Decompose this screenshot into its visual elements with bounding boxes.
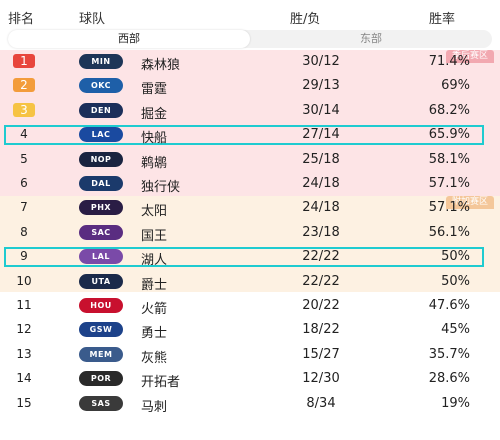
rank-number: 1 [13,54,35,68]
team-logo-icon: POR [79,371,123,386]
team-logo-icon: HOU [79,298,123,313]
win-percentage: 47.6% [428,298,470,313]
win-percentage: 56.1% [428,225,470,240]
team-logo-icon: GSW [79,322,123,337]
win-loss-record: 25/18 [302,152,340,167]
table-row[interactable]: 6 DAL 独行侠 24/18 57.1% [0,172,500,196]
rank-number: 11 [16,298,32,312]
win-percentage: 57.1% [428,200,470,215]
header-record: 胜/负 [290,12,321,27]
win-loss-record: 12/30 [302,371,340,386]
win-percentage: 45% [441,322,470,337]
win-loss-record: 18/22 [302,322,340,337]
rank-number: 14 [16,371,32,385]
win-loss-record: 24/18 [302,176,340,191]
team-logo-icon: OKC [79,78,123,93]
win-percentage: 50% [441,274,470,289]
team-logo-icon: SAS [79,396,123,411]
table-row[interactable]: 15 SAS 马刺 8/34 19% [0,392,500,416]
table-row[interactable]: 10 UTA 爵士 22/22 50% [0,270,500,294]
table-row[interactable]: 3 DEN 掘金 30/14 68.2% [0,99,500,123]
table-row[interactable]: 13 MEM 灰熊 15/27 35.7% [0,343,500,367]
team-logo-icon: LAL [79,249,123,264]
team-name: 湖人 [141,253,168,268]
team-name: 开拓者 [141,375,181,390]
table-row[interactable]: 11 HOU 火箭 20/22 47.6% [0,294,500,318]
table-row[interactable]: 8 SAC 国王 23/18 56.1% [0,221,500,245]
table-row[interactable]: 4 LAC 快船 27/14 65.9% [0,123,500,147]
win-percentage: 71.4% [428,54,470,69]
rank-number: 8 [20,225,28,239]
team-name: 灰熊 [141,351,168,366]
win-loss-record: 22/22 [302,274,340,289]
team-name: 勇士 [141,326,168,341]
rank-number: 9 [20,249,28,263]
team-logo-icon: PHX [79,200,123,215]
win-percentage: 57.1% [428,176,470,191]
header-team: 球队 [79,12,106,27]
rank-number: 3 [13,103,35,117]
team-logo-icon: UTA [79,274,123,289]
header-pct: 胜率 [429,12,456,27]
rank-number: 10 [16,274,32,288]
team-logo-icon: DAL [79,176,123,191]
win-loss-record: 15/27 [302,347,340,362]
table-header: 排名 球队 胜/负 胜率 [0,0,500,28]
team-name: 国王 [141,229,168,244]
team-name: 爵士 [141,278,168,293]
rank-number: 2 [13,78,35,92]
team-name: 独行侠 [141,180,181,195]
team-name: 太阳 [141,204,168,219]
win-loss-record: 22/22 [302,249,340,264]
tab-west[interactable]: 西部 [8,30,250,48]
win-percentage: 65.9% [428,127,470,142]
win-percentage: 69% [441,78,470,93]
rank-number: 12 [16,322,32,336]
team-logo-icon: NOP [79,152,123,167]
table-row[interactable]: 14 POR 开拓者 12/30 28.6% [0,367,500,391]
header-rank: 排名 [8,12,35,27]
team-logo-icon: SAC [79,225,123,240]
team-name: 快船 [141,131,168,146]
team-logo-icon: DEN [79,103,123,118]
rank-number: 15 [16,396,32,410]
rank-number: 4 [20,127,28,141]
team-logo-icon: MEM [79,347,123,362]
team-logo-icon: MIN [79,54,123,69]
rank-number: 13 [16,347,32,361]
win-percentage: 50% [441,249,470,264]
standings-page: 排名 球队 胜/负 胜率 西部 东部 季后赛区 附加赛区 1 MIN 森林狼 30/1… [0,0,500,440]
table-row[interactable]: 7 PHX 太阳 24/18 57.1% [0,196,500,220]
win-percentage: 35.7% [428,347,470,362]
team-name: 掘金 [141,107,168,122]
win-loss-record: 27/14 [302,127,340,142]
table-row[interactable]: 12 GSW 勇士 18/22 45% [0,318,500,342]
win-percentage: 68.2% [428,103,470,118]
win-loss-record: 8/34 [306,396,336,411]
table-row[interactable]: 1 MIN 森林狼 30/12 71.4% [0,50,500,74]
conference-tabs: 西部 东部 [8,30,492,48]
rank-number: 7 [20,200,28,214]
team-logo-icon: LAC [79,127,123,142]
table-row[interactable]: 9 LAL 湖人 22/22 50% [0,245,500,269]
rank-number: 6 [20,176,28,190]
win-loss-record: 24/18 [302,200,340,215]
team-name: 雷霆 [141,82,168,97]
win-loss-record: 30/12 [302,54,340,69]
win-percentage: 19% [441,396,470,411]
win-percentage: 58.1% [428,152,470,167]
tab-east[interactable]: 东部 [250,30,492,48]
win-loss-record: 30/14 [302,103,340,118]
table-row[interactable]: 5 NOP 鹈鹕 25/18 58.1% [0,148,500,172]
team-name: 火箭 [141,302,168,317]
team-name: 森林狼 [141,58,181,73]
team-name: 鹈鹕 [141,156,168,171]
win-loss-record: 23/18 [302,225,340,240]
win-loss-record: 20/22 [302,298,340,313]
team-name: 马刺 [141,400,168,415]
table-row[interactable]: 2 OKC 雷霆 29/13 69% [0,74,500,98]
win-loss-record: 29/13 [302,78,340,93]
win-percentage: 28.6% [428,371,470,386]
rank-number: 5 [20,152,28,166]
